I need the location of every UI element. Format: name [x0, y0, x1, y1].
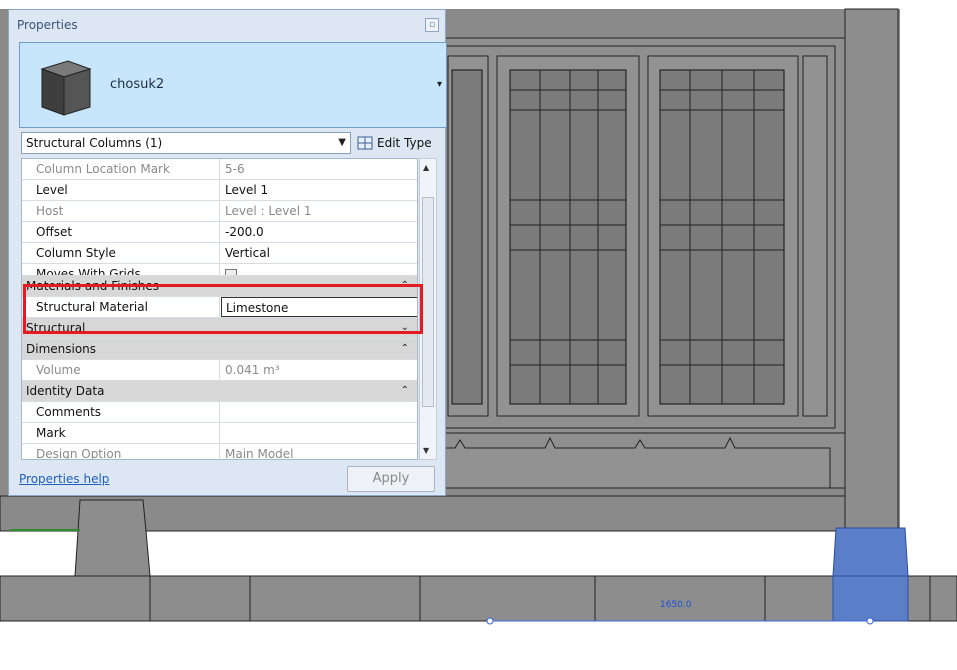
expand-icon[interactable]: ⌄ [401, 318, 409, 338]
properties-palette: Properties ▫ chosuk2 ▾ Structural Column… [8, 9, 447, 496]
type-name: chosuk2 [110, 77, 165, 92]
property-name: Moves With Grids [22, 264, 220, 275]
column-type-icon [40, 60, 92, 116]
property-value[interactable] [221, 423, 417, 443]
property-value[interactable]: Level 1 [221, 180, 417, 200]
property-value[interactable] [221, 264, 417, 275]
property-name: Structural Material [22, 297, 220, 317]
properties-grid: Column Location Mark 5-6 Level Level 1 H… [21, 158, 418, 460]
properties-scrollbar[interactable]: ▲ ▼ [419, 158, 437, 460]
dimension-label[interactable]: 1650.0 [660, 600, 692, 610]
property-value: 5-6 [225, 162, 245, 176]
property-row-structural-material[interactable]: Structural Material Limestone [22, 297, 417, 318]
property-row[interactable]: Comments [22, 402, 417, 423]
chevron-down-icon[interactable]: ▼ [338, 133, 346, 153]
property-row[interactable]: Volume 0.041 m³ [22, 360, 417, 381]
property-name: Column Location Mark [22, 159, 220, 179]
properties-help-link[interactable]: Properties help [19, 472, 109, 486]
property-row[interactable]: Moves With Grids [22, 264, 417, 276]
edit-type-icon [357, 136, 373, 150]
collapse-icon[interactable]: ⌃ [401, 276, 409, 296]
property-value[interactable]: Vertical [221, 243, 417, 263]
property-row[interactable]: Offset -200.0 [22, 222, 417, 243]
type-selector[interactable]: chosuk2 ▾ [19, 42, 447, 128]
structural-material-field[interactable]: Limestone [221, 297, 417, 317]
property-value[interactable] [221, 402, 417, 422]
category-bar: Structural Columns (1) ▼ Edit Type [21, 132, 441, 156]
collapse-icon[interactable]: ⌃ [401, 381, 409, 401]
palette-title: Properties [17, 18, 78, 32]
scroll-down-icon[interactable]: ▼ [423, 446, 429, 455]
property-row[interactable]: Design Option Main Model [22, 444, 417, 459]
category-filter-label: Structural Columns (1) [26, 136, 163, 150]
group-label: Materials and Finishes [26, 279, 160, 293]
property-name: Column Style [22, 243, 220, 263]
property-value[interactable]: -200.0 [221, 222, 417, 242]
close-icon[interactable]: ▫ [425, 18, 439, 32]
category-filter-dropdown[interactable]: Structural Columns (1) ▼ [21, 132, 351, 154]
property-value: Level : Level 1 [225, 204, 312, 218]
property-row[interactable]: Host Level : Level 1 [22, 201, 417, 222]
scrollbar-thumb[interactable] [422, 197, 434, 407]
edit-type-label: Edit Type [377, 136, 432, 150]
apply-button[interactable]: Apply [347, 466, 435, 492]
group-label: Identity Data [26, 384, 105, 398]
group-label: Structural [26, 321, 86, 335]
group-header-materials[interactable]: Materials and Finishes ⌃ [22, 276, 417, 297]
scroll-up-icon[interactable]: ▲ [423, 163, 429, 172]
group-header-dimensions[interactable]: Dimensions ⌃ [22, 339, 417, 360]
property-name: Comments [22, 402, 220, 422]
property-name: Design Option [22, 444, 220, 459]
group-header-identity[interactable]: Identity Data ⌃ [22, 381, 417, 402]
property-row[interactable]: Column Style Vertical [22, 243, 417, 264]
collapse-icon[interactable]: ⌃ [401, 339, 409, 359]
property-name: Mark [22, 423, 220, 443]
group-header-structural[interactable]: Structural ⌄ [22, 318, 417, 339]
property-name: Volume [22, 360, 220, 380]
property-row[interactable]: Column Location Mark 5-6 [22, 159, 417, 180]
checkbox-icon[interactable] [225, 269, 237, 275]
property-row[interactable]: Level Level 1 [22, 180, 417, 201]
property-row[interactable]: Mark [22, 423, 417, 444]
property-name: Offset [22, 222, 220, 242]
property-name: Level [22, 180, 220, 200]
property-value[interactable]: Main Model [221, 444, 417, 459]
chevron-down-icon[interactable]: ▾ [437, 79, 442, 90]
group-label: Dimensions [26, 342, 97, 356]
edit-type-button[interactable]: Edit Type [357, 132, 432, 154]
property-value: 0.041 m³ [225, 363, 280, 377]
property-name: Host [22, 201, 220, 221]
